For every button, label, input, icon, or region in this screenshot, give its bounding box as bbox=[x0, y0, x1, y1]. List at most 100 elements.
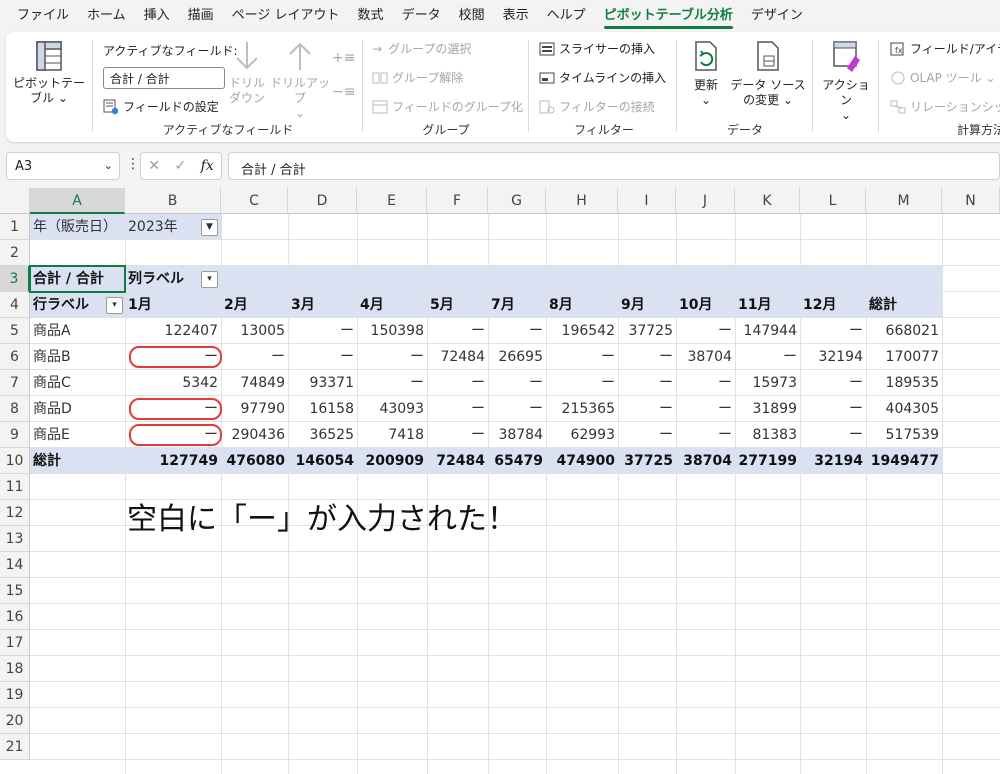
value-cell[interactable]: 189535 bbox=[866, 370, 942, 396]
column-header-b[interactable]: B bbox=[125, 188, 221, 214]
value-cell[interactable]: 290436 bbox=[221, 422, 288, 448]
formula-input[interactable]: 合計 / 合計 bbox=[228, 152, 1000, 180]
collapse-field-icon[interactable]: −≡ bbox=[332, 84, 355, 100]
tab-review[interactable]: 校閲 bbox=[450, 0, 494, 32]
value-cell[interactable]: 122407 bbox=[125, 318, 221, 344]
month-header[interactable]: 7月 bbox=[488, 292, 546, 318]
row-header-2[interactable]: 2 bbox=[0, 240, 30, 266]
column-header-j[interactable]: J bbox=[676, 188, 735, 214]
tab-data[interactable]: データ bbox=[393, 0, 450, 32]
value-cell[interactable]: ー bbox=[800, 422, 866, 448]
value-cell[interactable]: 517539 bbox=[866, 422, 942, 448]
value-cell[interactable]: 38784 bbox=[488, 422, 546, 448]
value-cell[interactable]: ー bbox=[676, 318, 735, 344]
drill-up-button[interactable]: ドリルアップ ⌄ bbox=[269, 40, 331, 121]
value-cell[interactable]: 170077 bbox=[866, 344, 942, 370]
value-cell[interactable]: ー bbox=[618, 370, 676, 396]
grand-total-value[interactable]: 1949477 bbox=[866, 448, 942, 474]
relationships-button[interactable]: リレーションシップ bbox=[890, 98, 1000, 115]
grand-total-value[interactable]: 476080 bbox=[221, 448, 288, 474]
group-selection-button[interactable]: → グループの選択 bbox=[372, 40, 471, 57]
row-header-18[interactable]: 18 bbox=[0, 656, 30, 682]
value-cell[interactable]: ー bbox=[221, 344, 288, 370]
column-header-e[interactable]: E bbox=[357, 188, 427, 214]
value-cell[interactable]: ー bbox=[618, 396, 676, 422]
row-header-14[interactable]: 14 bbox=[0, 552, 30, 578]
value-cell[interactable]: ー bbox=[676, 370, 735, 396]
row-labels-dropdown-icon[interactable]: ▾ bbox=[106, 297, 123, 314]
row-header-11[interactable]: 11 bbox=[0, 474, 30, 500]
month-header[interactable]: 2月 bbox=[221, 292, 288, 318]
value-cell[interactable]: ー bbox=[618, 344, 676, 370]
tab-draw[interactable]: 描画 bbox=[179, 0, 223, 32]
value-cell[interactable]: 74849 bbox=[221, 370, 288, 396]
value-cell[interactable]: 97790 bbox=[221, 396, 288, 422]
row-header-8[interactable]: 8 bbox=[0, 396, 30, 422]
value-cell[interactable]: ー bbox=[618, 422, 676, 448]
olap-tools-button[interactable]: OLAP ツール ⌄ bbox=[890, 69, 996, 86]
grand-total-value[interactable]: 277199 bbox=[735, 448, 800, 474]
tab-pivottable-analyze[interactable]: ピボットテーブル分析 bbox=[595, 0, 742, 32]
row-header-1[interactable]: 1 bbox=[0, 214, 30, 240]
value-cell[interactable]: 215365 bbox=[546, 396, 618, 422]
grand-total-value[interactable]: 32194 bbox=[800, 448, 866, 474]
month-header[interactable]: 12月 bbox=[800, 292, 866, 318]
more-options-icon[interactable]: ⋮ bbox=[126, 156, 140, 172]
row-header-21[interactable]: 21 bbox=[0, 734, 30, 760]
tab-help[interactable]: ヘルプ bbox=[538, 0, 595, 32]
value-cell[interactable]: 16158 bbox=[288, 396, 357, 422]
column-header-m[interactable]: M bbox=[866, 188, 942, 214]
column-header-k[interactable]: K bbox=[735, 188, 800, 214]
insert-slicer-button[interactable]: スライサーの挿入 bbox=[539, 40, 655, 57]
row-header-6[interactable]: 6 bbox=[0, 344, 30, 370]
column-labels-dropdown-icon[interactable]: ▾ bbox=[201, 271, 218, 288]
refresh-button[interactable]: 更新 ⌄ bbox=[684, 40, 728, 108]
value-cell[interactable]: ー bbox=[488, 396, 546, 422]
value-cell[interactable]: 81383 bbox=[735, 422, 800, 448]
grand-total-value[interactable]: 72484 bbox=[427, 448, 488, 474]
row-header-4[interactable]: 4 bbox=[0, 292, 30, 318]
value-cell[interactable]: 36525 bbox=[288, 422, 357, 448]
row-label[interactable]: 商品D bbox=[30, 396, 125, 422]
value-cell[interactable]: 13005 bbox=[221, 318, 288, 344]
column-header-i[interactable]: I bbox=[618, 188, 676, 214]
grand-total-label[interactable]: 総計 bbox=[30, 448, 125, 474]
month-header[interactable]: 4月 bbox=[357, 292, 427, 318]
tab-view[interactable]: 表示 bbox=[494, 0, 538, 32]
row-header-17[interactable]: 17 bbox=[0, 630, 30, 656]
value-cell[interactable]: 196542 bbox=[546, 318, 618, 344]
value-cell[interactable]: ー bbox=[676, 396, 735, 422]
name-box[interactable]: A3 ⌄ bbox=[6, 152, 120, 180]
month-header[interactable]: 5月 bbox=[427, 292, 488, 318]
value-cell[interactable]: 43093 bbox=[357, 396, 427, 422]
tab-insert[interactable]: 挿入 bbox=[135, 0, 179, 32]
grand-total-value[interactable]: 38704 bbox=[676, 448, 735, 474]
month-header[interactable]: 1月 bbox=[125, 292, 221, 318]
filter-field-label[interactable]: 年（販売日） bbox=[30, 214, 125, 240]
insert-function-icon[interactable]: fx bbox=[201, 158, 214, 174]
value-cell[interactable]: ー bbox=[676, 422, 735, 448]
column-header-n[interactable]: N bbox=[942, 188, 1000, 214]
value-cell[interactable]: ー bbox=[427, 396, 488, 422]
value-cell[interactable]: ー bbox=[800, 318, 866, 344]
active-field-input[interactable]: 合計 / 合計 bbox=[103, 67, 225, 89]
value-cell[interactable]: ー bbox=[427, 318, 488, 344]
month-header[interactable]: 8月 bbox=[546, 292, 618, 318]
row-header-12[interactable]: 12 bbox=[0, 500, 30, 526]
fields-items-button[interactable]: fx フィールド/アイテ bbox=[890, 40, 1000, 57]
value-cell[interactable]: 32194 bbox=[800, 344, 866, 370]
change-data-source-button[interactable]: データ ソース の変更 ⌄ bbox=[730, 40, 806, 108]
row-header-7[interactable]: 7 bbox=[0, 370, 30, 396]
row-header-10[interactable]: 10 bbox=[0, 448, 30, 474]
value-cell[interactable]: ー bbox=[800, 396, 866, 422]
cancel-icon[interactable]: ✕ bbox=[148, 158, 160, 174]
filter-connections-button[interactable]: フィルターの接続 bbox=[539, 98, 655, 115]
tab-home[interactable]: ホーム bbox=[78, 0, 135, 32]
column-header-d[interactable]: D bbox=[288, 188, 357, 214]
value-cell[interactable]: ー bbox=[546, 344, 618, 370]
grand-total-value[interactable]: 127749 bbox=[125, 448, 221, 474]
value-cell[interactable]: 15973 bbox=[735, 370, 800, 396]
grand-total-value[interactable]: 37725 bbox=[618, 448, 676, 474]
expand-field-icon[interactable]: +≡ bbox=[332, 50, 355, 66]
insert-timeline-button[interactable]: タイムラインの挿入 bbox=[539, 69, 666, 86]
